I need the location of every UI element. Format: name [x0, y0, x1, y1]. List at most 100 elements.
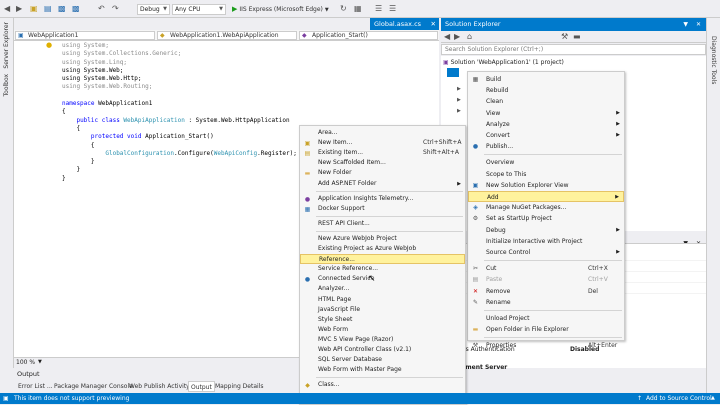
menu-item-remove[interactable]: ✕ Remove Del	[468, 286, 624, 297]
project-context-menu: ▦ Build Rebuild Clean View ▶ Analyze ▶ Convert ▶ ●…	[467, 71, 625, 349]
project-dropdown[interactable]: ▣ WebApplication1	[15, 31, 155, 40]
chevron-up-icon[interactable]: ▲	[711, 393, 715, 404]
diagnostic-tools-tab[interactable]: Diagnostic Tools	[710, 36, 717, 84]
expand-icon[interactable]: ▶	[457, 108, 461, 114]
menu-item-new-scaffolded-item[interactable]: New Scaffolded Item...	[300, 158, 465, 168]
member-dropdown[interactable]: ◆ Application_Start()	[299, 31, 438, 40]
new-project-icon[interactable]: ▣	[30, 3, 38, 15]
menu-item-unload-project[interactable]: Unload Project	[468, 313, 624, 324]
menu-item-new-solution-explorer-view[interactable]: ▣ New Solution Explorer View	[468, 180, 624, 191]
save-all-icon[interactable]: ▩	[72, 3, 80, 15]
menu-item-area[interactable]: Area...	[300, 128, 465, 138]
browser-link-icon[interactable]: ▦	[354, 3, 362, 15]
lightbulb-icon[interactable]: ●	[46, 41, 52, 49]
comment-icon[interactable]: ☰	[375, 3, 382, 15]
refresh-icon[interactable]: ↻	[340, 3, 347, 15]
expand-icon[interactable]: ▶	[457, 86, 461, 92]
back-icon[interactable]: ◀	[444, 31, 450, 43]
menu-item-new-azure-webjob-project[interactable]: New Azure WebJob Project	[300, 234, 465, 244]
menu-item-analyze[interactable]: Analyze ▶	[468, 119, 624, 130]
menu-item-publish[interactable]: ● Publish...	[468, 141, 624, 152]
uncomment-icon[interactable]: ☰	[389, 3, 396, 15]
tab-web-publish-activity[interactable]: Web Publish Activity	[127, 381, 192, 392]
menu-separator	[484, 310, 622, 311]
menu-item-html-page[interactable]: HTML Page	[300, 295, 465, 305]
menu-item-scope-to-this[interactable]: Scope to This	[468, 169, 624, 180]
wrench-icon[interactable]: ⚒	[561, 31, 568, 43]
expand-icon[interactable]: ▶	[457, 97, 461, 103]
back-icon[interactable]: ◀	[4, 3, 10, 15]
preview-icon[interactable]: ▬	[573, 31, 581, 43]
menu-item-new-item[interactable]: ▣ New Item... Ctrl+Shift+A	[300, 138, 465, 148]
menu-item-docker-support[interactable]: ▦ Docker Support	[300, 204, 465, 214]
menu-item-overview[interactable]: Overview	[468, 157, 624, 168]
menu-item-properties[interactable]: ⚒ Properties Alt+Enter	[468, 340, 624, 351]
class-dropdown[interactable]: ◆ WebApplication1.WebApiApplication	[157, 31, 297, 40]
forward-icon[interactable]: ▶	[16, 3, 22, 15]
menu-item-service-reference[interactable]: Service Reference...	[300, 264, 465, 274]
tab-global-asax[interactable]: Global.asax.cs ✕	[370, 18, 439, 30]
platform-select[interactable]: Any CPU ▼	[172, 4, 226, 15]
menu-item-web-form[interactable]: Web Form	[300, 325, 465, 335]
mouse-cursor-icon: ↖	[368, 274, 376, 284]
server-explorer-tab[interactable]: Server Explorer	[3, 22, 10, 69]
menu-item-connected-service[interactable]: ● Connected Service	[300, 274, 465, 284]
close-icon[interactable]: ✕	[431, 18, 436, 30]
menu-item-analyzer[interactable]: Analyzer...	[300, 284, 465, 294]
zoom-level[interactable]: 100 %	[16, 359, 35, 366]
menu-item-rebuild[interactable]: Rebuild	[468, 85, 624, 96]
menu-item-reference[interactable]: Reference...	[300, 254, 465, 265]
menu-item-source-control[interactable]: Source Control ▶	[468, 247, 624, 258]
menu-item-manage-nuget-packages[interactable]: ◈ Manage NuGet Packages...	[468, 202, 624, 213]
menu-item-rename[interactable]: ✎ Rename	[468, 297, 624, 308]
config-select[interactable]: Debug ▼	[137, 4, 170, 15]
menu-item-web-form-with-master-page[interactable]: Web Form with Master Page	[300, 365, 465, 375]
pin-icon[interactable]: ▼	[683, 18, 688, 31]
menu-item-sql-server-database[interactable]: SQL Server Database	[300, 355, 465, 365]
menu-item-style-sheet[interactable]: Style Sheet	[300, 315, 465, 325]
chevron-down-icon: ▼	[219, 6, 223, 12]
menu-item-application-insights-telemetry[interactable]: ● Application Insights Telemetry...	[300, 194, 465, 204]
menu-item-label: Set as StartUp Project	[486, 215, 552, 223]
menu-item-rest-api-client[interactable]: REST API Client...	[300, 219, 465, 229]
member-label: Application_Start()	[312, 32, 368, 39]
menu-item-web-api-controller-class-v2-1[interactable]: Web API Controller Class (v2.1)	[300, 345, 465, 355]
menu-item-new-folder[interactable]: ▬ New Folder	[300, 168, 465, 178]
menu-item-build[interactable]: ▦ Build	[468, 74, 624, 85]
menu-item-class[interactable]: ◆ Class...	[300, 380, 465, 390]
editor-margin	[14, 41, 54, 357]
menu-item-cut[interactable]: ✂ Cut Ctrl+X	[468, 263, 624, 274]
menu-item-add[interactable]: Add ▶	[468, 191, 624, 203]
tab-package-manager-console[interactable]: Package Manager Console	[52, 381, 135, 392]
chevron-down-icon[interactable]: ▼	[38, 359, 42, 365]
run-button[interactable]: ▶ IIS Express (Microsoft Edge) ▼	[232, 4, 329, 15]
toolbox-tab[interactable]: Toolbox	[3, 74, 10, 97]
tab-output[interactable]: Output	[188, 381, 215, 392]
menu-item-debug[interactable]: Debug ▶	[468, 225, 624, 236]
undo-icon[interactable]: ↶	[98, 3, 105, 15]
solution-search-input[interactable]: Search Solution Explorer (Ctrl+;)	[441, 44, 706, 55]
close-icon[interactable]: ✕	[696, 18, 701, 31]
code-line: using System.Web.Http;	[62, 75, 142, 83]
menu-item-set-as-startup-project[interactable]: ⚙ Set as StartUp Project	[468, 213, 624, 224]
redo-icon[interactable]: ↷	[112, 3, 119, 15]
menu-item-existing-item[interactable]: ▤ Existing Item... Shift+Alt+A	[300, 148, 465, 158]
menu-item-mvc-5-view-page-razor[interactable]: MVC 5 View Page (Razor)	[300, 335, 465, 345]
menu-item-initialize-interactive-with-project[interactable]: Initialize Interactive with Project	[468, 236, 624, 247]
menu-item-open-folder-in-file-explorer[interactable]: ▬ Open Folder in File Explorer	[468, 324, 624, 335]
add-to-source-control[interactable]: Add to Source Control	[646, 393, 712, 404]
menu-item-view[interactable]: View ▶	[468, 108, 624, 119]
menu-item-clean[interactable]: Clean	[468, 96, 624, 107]
menu-item-convert[interactable]: Convert ▶	[468, 130, 624, 141]
menu-item-add-asp-net-folder[interactable]: Add ASP.NET Folder ▶	[300, 179, 465, 189]
tab-error-list[interactable]: Error List ...	[16, 381, 55, 392]
home-icon[interactable]: ⌂	[467, 31, 472, 43]
project-node-selected[interactable]	[447, 68, 459, 77]
open-icon[interactable]: ▤	[44, 3, 52, 15]
save-icon[interactable]: ▩	[58, 3, 66, 15]
menu-item-existing-project-as-azure-webjob[interactable]: Existing Project as Azure WebJob	[300, 244, 465, 254]
menu-item-javascript-file[interactable]: JavaScript File	[300, 305, 465, 315]
solution-node[interactable]: ▣ Solution 'WebApplication1' (1 project)	[443, 58, 564, 67]
tab-mapping-details[interactable]: Mapping Details	[213, 381, 265, 392]
forward-icon[interactable]: ▶	[454, 31, 460, 43]
